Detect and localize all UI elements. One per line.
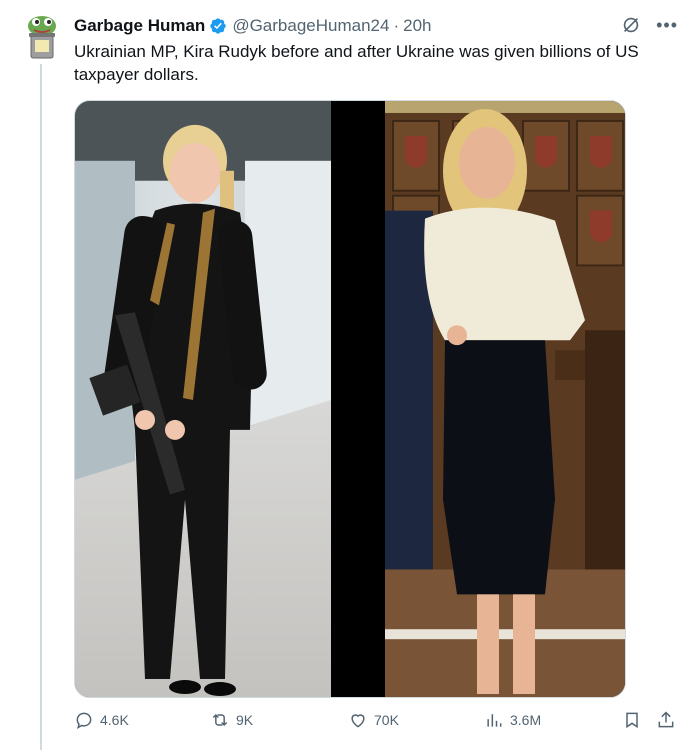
- repost-count: 9K: [236, 712, 254, 728]
- more-options-icon[interactable]: •••: [656, 15, 678, 35]
- like-button[interactable]: 70K: [348, 710, 399, 730]
- verified-badge-icon: [210, 18, 226, 34]
- reply-count: 4.6K: [100, 712, 129, 728]
- heart-icon: [351, 714, 365, 728]
- like-count: 70K: [374, 712, 399, 728]
- author-handle[interactable]: @GarbageHuman24: [232, 16, 389, 36]
- repost-icon: [212, 713, 228, 727]
- header-actions: •••: [620, 14, 678, 36]
- tweet-header: Garbage Human @GarbageHuman24 · 20h •••: [74, 14, 678, 38]
- views-button[interactable]: 3.6M: [484, 710, 541, 730]
- bookmark-button[interactable]: [622, 710, 642, 730]
- analytics-icon: [487, 714, 502, 727]
- views-count: 3.6M: [510, 712, 542, 728]
- timestamp[interactable]: 20h: [403, 16, 431, 36]
- tweet-text: Ukrainian MP, Kira Rudyk before and afte…: [74, 42, 639, 84]
- bookmark-icon: [626, 712, 638, 729]
- author-display-name[interactable]: Garbage Human: [74, 16, 205, 36]
- share-button[interactable]: [656, 710, 676, 730]
- grok-icon[interactable]: [620, 14, 642, 36]
- reply-icon: [76, 712, 92, 730]
- tweet-actions: 4.6K 9K 70K 3.6M: [74, 710, 684, 736]
- avatar[interactable]: [22, 12, 62, 60]
- thread-line: [40, 64, 42, 750]
- share-icon: [658, 711, 674, 728]
- reply-button[interactable]: 4.6K: [74, 710, 129, 730]
- woman-in-cream-sweater-photo[interactable]: [385, 101, 626, 697]
- repost-button[interactable]: 9K: [210, 710, 253, 730]
- image-gap: [331, 101, 385, 697]
- separator-dot: ·: [393, 16, 400, 35]
- woman-in-black-holding-rifle-photo[interactable]: [75, 101, 331, 697]
- frog-in-trash-can-avatar-icon: [28, 16, 56, 59]
- media-container[interactable]: [74, 100, 626, 698]
